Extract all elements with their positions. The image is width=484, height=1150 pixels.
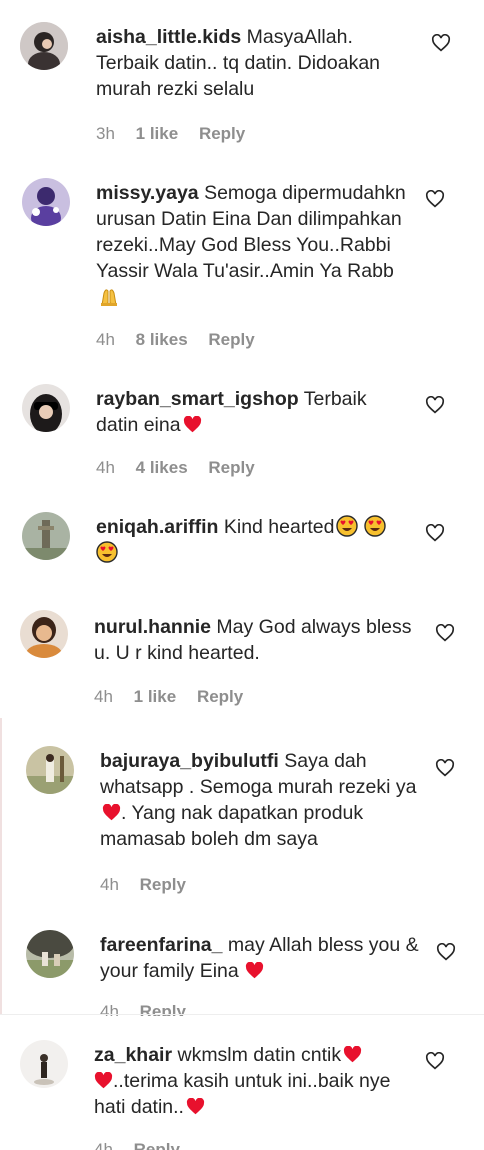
comment-likes[interactable]: 8 likes bbox=[136, 330, 188, 349]
comment-text: bajuraya_byibulutfi Saya dah whatsapp . … bbox=[100, 748, 420, 852]
comment-username[interactable]: aisha_little.kids bbox=[96, 26, 241, 48]
avatar[interactable] bbox=[20, 610, 68, 658]
comment-likes[interactable]: 1 like bbox=[134, 687, 177, 706]
comment-username[interactable]: missy.yaya bbox=[96, 182, 199, 204]
reply-button[interactable]: Reply bbox=[208, 458, 254, 477]
comment-text: fareenfarina_ may Allah bless you & your… bbox=[100, 932, 420, 984]
like-heart-icon[interactable] bbox=[435, 624, 455, 642]
red-heart-icon bbox=[344, 1046, 362, 1063]
comment-time: 4h bbox=[96, 458, 115, 477]
reply-thread-line bbox=[0, 718, 2, 1014]
reply-button[interactable]: Reply bbox=[208, 330, 254, 349]
heart-eyes-emoji-icon bbox=[336, 515, 359, 537]
red-heart-icon bbox=[183, 416, 201, 433]
comment-username[interactable]: fareenfarina_ bbox=[100, 934, 222, 956]
reply-button[interactable]: Reply bbox=[199, 124, 245, 143]
red-heart-icon bbox=[102, 804, 121, 821]
like-heart-icon[interactable] bbox=[425, 190, 445, 208]
red-heart-icon bbox=[94, 1072, 113, 1089]
comment-username[interactable]: rayban_smart_igshop bbox=[96, 388, 299, 410]
like-heart-icon[interactable] bbox=[425, 396, 445, 414]
comment-body: Kind hearted bbox=[223, 516, 335, 538]
like-heart-icon[interactable] bbox=[425, 524, 445, 542]
avatar[interactable] bbox=[22, 384, 70, 432]
section-divider bbox=[0, 1014, 484, 1015]
comment-body-continued: . Yang nak dapatkan produk mamasab boleh… bbox=[100, 802, 364, 850]
comment-username[interactable]: eniqah.ariffin bbox=[96, 516, 218, 538]
avatar[interactable] bbox=[22, 178, 70, 226]
comment-meta: 4h Reply bbox=[100, 875, 202, 895]
reply-button[interactable]: Reply bbox=[197, 687, 243, 706]
like-heart-icon[interactable] bbox=[436, 943, 456, 961]
like-heart-icon[interactable] bbox=[435, 759, 455, 777]
comment-meta: 4h 1 like Reply bbox=[94, 687, 259, 707]
comment-likes[interactable]: 4 likes bbox=[136, 458, 188, 477]
avatar[interactable] bbox=[22, 512, 70, 560]
reply-button[interactable]: Reply bbox=[134, 1140, 180, 1150]
comment-text: eniqah.ariffin Kind hearted bbox=[96, 514, 406, 566]
comment-time: 4h bbox=[100, 875, 119, 894]
comment-username[interactable]: nurul.hannie bbox=[94, 616, 211, 638]
comment-meta: 4h 4 likes Reply bbox=[96, 458, 271, 478]
comment-time: 3h bbox=[96, 124, 115, 143]
comment-username[interactable]: bajuraya_byibulutfi bbox=[100, 750, 279, 772]
comment-time: 4h bbox=[96, 330, 115, 349]
comment-text: aisha_little.kids MasyaAllah. Terbaik da… bbox=[96, 24, 416, 102]
praying-hands-icon bbox=[101, 289, 117, 306]
comment-username[interactable]: za_khair bbox=[94, 1044, 172, 1066]
like-heart-icon[interactable] bbox=[425, 1052, 445, 1070]
comment-meta: 4h Reply bbox=[94, 1140, 196, 1150]
comment-meta: 4h 8 likes Reply bbox=[96, 330, 271, 350]
comment-body-continued: ..terima kasih untuk ini..baik nye hati … bbox=[94, 1070, 391, 1118]
comment-text: za_khair wkmslm datin cntik ..terima kasi… bbox=[94, 1042, 394, 1120]
avatar[interactable] bbox=[20, 22, 68, 70]
like-heart-icon[interactable] bbox=[431, 34, 451, 52]
comment-time: 4h bbox=[94, 1140, 113, 1150]
comment-text: nurul.hannie May God always bless u. U r… bbox=[94, 614, 414, 666]
avatar[interactable] bbox=[26, 746, 74, 794]
comment-likes[interactable]: 1 like bbox=[136, 124, 179, 143]
comment-time: 4h bbox=[94, 687, 113, 706]
comment-meta: 3h 1 like Reply bbox=[96, 124, 261, 144]
heart-eyes-emoji-icon bbox=[364, 515, 387, 537]
reply-button[interactable]: Reply bbox=[140, 875, 186, 894]
avatar[interactable] bbox=[26, 930, 74, 978]
comment-body: wkmslm datin cntik bbox=[177, 1044, 342, 1066]
comment-text: rayban_smart_igshop Terbaik datin eina bbox=[96, 386, 396, 438]
red-heart-icon bbox=[186, 1098, 205, 1115]
comment-text: missy.yaya Semoga dipermudahkn urusan Da… bbox=[96, 180, 406, 310]
heart-eyes-emoji-icon bbox=[96, 541, 118, 563]
avatar[interactable] bbox=[20, 1040, 68, 1088]
red-heart-icon bbox=[245, 962, 263, 979]
